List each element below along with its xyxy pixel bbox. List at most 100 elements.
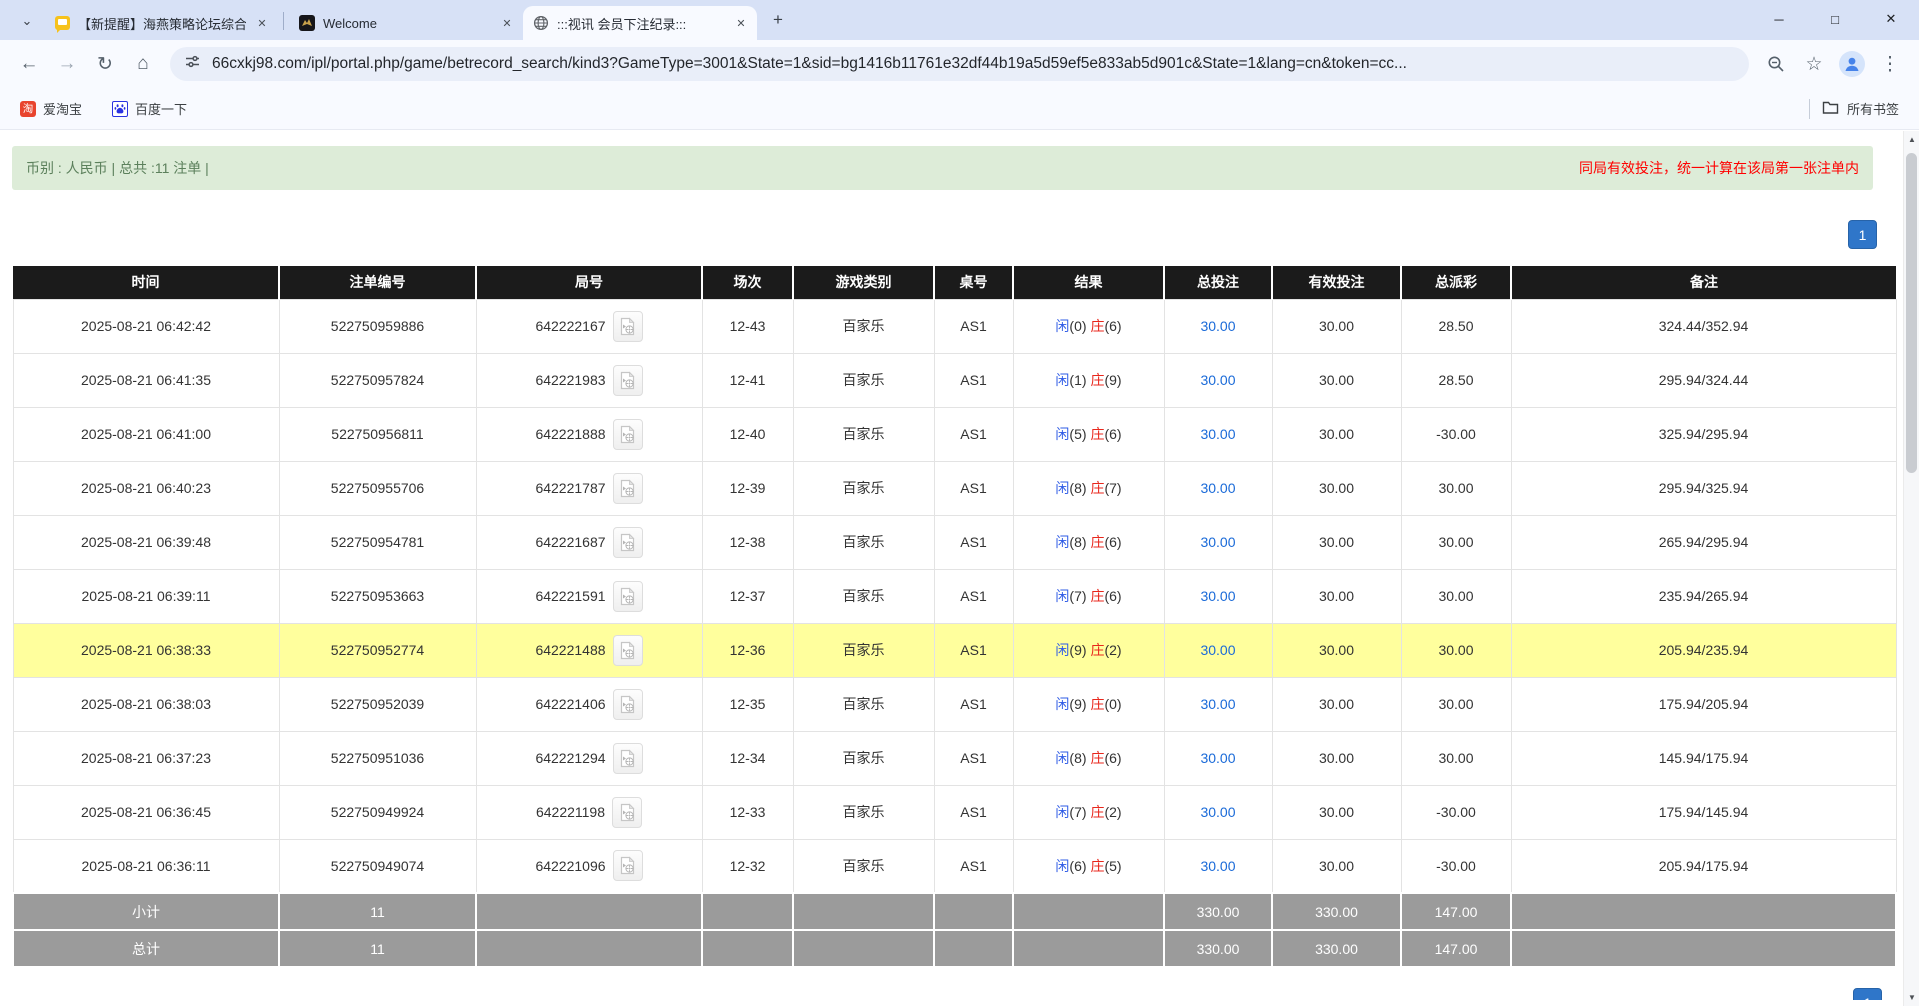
- video-record-button[interactable]: [613, 689, 643, 720]
- bookmark-label: 爱淘宝: [43, 99, 82, 118]
- total-bet-link[interactable]: 30.00: [1200, 534, 1235, 550]
- cell-session: 12-39: [702, 461, 793, 515]
- total-bet-link[interactable]: 30.00: [1200, 804, 1235, 820]
- cell-valid-bet: 30.00: [1272, 353, 1401, 407]
- video-record-button[interactable]: [613, 311, 643, 342]
- cell-game-no: 642221687: [476, 515, 702, 569]
- video-record-button[interactable]: [613, 473, 643, 504]
- result-banker-value: (6): [1104, 588, 1121, 604]
- scrollbar-thumb[interactable]: [1906, 153, 1917, 473]
- tab-forum[interactable]: 【新提醒】海燕策略论坛综合交 ✕: [44, 6, 278, 40]
- menu-icon[interactable]: ⋮: [1873, 47, 1907, 81]
- cell-bet-id: 522750959886: [279, 299, 476, 353]
- tab-bet-records[interactable]: :::视讯 会员下注纪录::: ✕: [523, 6, 757, 40]
- site-settings-icon[interactable]: [184, 53, 201, 75]
- page-scrollbar[interactable]: ▲ ▼: [1903, 131, 1919, 1006]
- forward-icon[interactable]: →: [50, 47, 84, 81]
- total-bet-link[interactable]: 30.00: [1200, 480, 1235, 496]
- total-bet-link[interactable]: 30.00: [1200, 318, 1235, 334]
- cell-table-no: AS1: [934, 407, 1013, 461]
- cell-remark: 235.94/265.94: [1511, 569, 1896, 623]
- close-icon[interactable]: ✕: [499, 15, 515, 31]
- header-game-no: 局号: [476, 266, 702, 299]
- minimize-icon[interactable]: ─: [1751, 0, 1807, 38]
- header-total-bet: 总投注: [1164, 266, 1272, 299]
- result-player-label: 闲: [1055, 804, 1069, 820]
- chat-bubble-yellow-icon: [54, 15, 70, 31]
- game-no-text: 642221488: [535, 642, 605, 658]
- star-icon[interactable]: ☆: [1797, 47, 1831, 81]
- cell-time: 2025-08-21 06:36:11: [13, 839, 279, 893]
- result-player-value: (0): [1069, 318, 1086, 334]
- video-record-button[interactable]: [613, 365, 643, 396]
- cell-valid-bet: 30.00: [1272, 731, 1401, 785]
- video-record-button[interactable]: [613, 419, 643, 450]
- cell-bet-id: 522750951036: [279, 731, 476, 785]
- cell-result: 闲(6) 庄(5): [1013, 839, 1164, 893]
- subtotal-label: 小计: [13, 893, 279, 930]
- result-banker-label: 庄: [1090, 534, 1104, 550]
- video-record-button[interactable]: [613, 581, 643, 612]
- cell-bet-id: 522750954781: [279, 515, 476, 569]
- all-bookmarks-button[interactable]: 所有书签: [1822, 99, 1907, 118]
- total-bet-link[interactable]: 30.00: [1200, 750, 1235, 766]
- total-bet-link[interactable]: 30.00: [1200, 858, 1235, 874]
- cell-bet-id: 522750957824: [279, 353, 476, 407]
- total-bet-link[interactable]: 30.00: [1200, 642, 1235, 658]
- reload-icon[interactable]: ↻: [88, 47, 122, 81]
- video-record-button[interactable]: [613, 527, 643, 558]
- currency-summary-text: 币别 : 人民币 | 总共 :11 注单 |: [26, 158, 209, 178]
- new-tab-button[interactable]: +: [765, 7, 791, 33]
- zoom-icon[interactable]: [1759, 47, 1793, 81]
- video-record-button[interactable]: [613, 635, 643, 666]
- home-icon[interactable]: ⌂: [126, 47, 160, 81]
- tab-title: 【新提醒】海燕策略论坛综合交: [78, 14, 246, 33]
- cell-game-type: 百家乐: [793, 623, 934, 677]
- cell-time: 2025-08-21 06:42:42: [13, 299, 279, 353]
- table-row: 2025-08-21 06:41:35 522750957824 6422219…: [13, 353, 1896, 407]
- cell-result: 闲(0) 庄(6): [1013, 299, 1164, 353]
- total-label: 总计: [13, 930, 279, 967]
- video-record-button[interactable]: [613, 743, 643, 774]
- header-remark: 备注: [1511, 266, 1896, 299]
- tab-welcome[interactable]: Welcome ✕: [289, 6, 523, 40]
- back-icon[interactable]: ←: [12, 47, 46, 81]
- address-bar[interactable]: 66cxkj98.com/ipl/portal.php/game/betreco…: [170, 47, 1749, 81]
- total-bet-link[interactable]: 30.00: [1200, 588, 1235, 604]
- cell-session: 12-36: [702, 623, 793, 677]
- cell-game-no: 642221888: [476, 407, 702, 461]
- result-banker-value: (2): [1104, 642, 1121, 658]
- subtotal-total-bet: 330.00: [1164, 893, 1272, 930]
- result-banker-label: 庄: [1090, 750, 1104, 766]
- bookmark-baidu[interactable]: 百度一下: [104, 95, 195, 122]
- header-bet-id: 注单编号: [279, 266, 476, 299]
- total-bet-link[interactable]: 30.00: [1200, 696, 1235, 712]
- cell-session: 12-41: [702, 353, 793, 407]
- cell-total-bet: 30.00: [1164, 299, 1272, 353]
- pagination-page-1-top[interactable]: 1: [1848, 220, 1877, 249]
- maximize-icon[interactable]: □: [1807, 0, 1863, 38]
- tab-search-chevron-icon[interactable]: ⌄: [12, 6, 42, 36]
- total-bet-link[interactable]: 30.00: [1200, 426, 1235, 442]
- result-banker-label: 庄: [1090, 426, 1104, 442]
- video-record-button[interactable]: [613, 850, 643, 881]
- result-player-label: 闲: [1055, 858, 1069, 874]
- total-bet-link[interactable]: 30.00: [1200, 372, 1235, 388]
- close-window-icon[interactable]: ✕: [1863, 0, 1919, 38]
- cell-valid-bet: 30.00: [1272, 461, 1401, 515]
- close-icon[interactable]: ✕: [733, 15, 749, 31]
- scroll-down-icon[interactable]: ▼: [1904, 989, 1919, 1006]
- result-banker-value: (7): [1104, 480, 1121, 496]
- bookmark-aitaobao[interactable]: 淘 爱淘宝: [12, 95, 90, 122]
- cell-payout: 30.00: [1401, 677, 1511, 731]
- cell-time: 2025-08-21 06:40:23: [13, 461, 279, 515]
- scroll-up-icon[interactable]: ▲: [1904, 131, 1919, 148]
- result-player-value: (5): [1069, 426, 1086, 442]
- video-record-button[interactable]: [612, 797, 642, 828]
- browser-tab-bar: ⌄ 【新提醒】海燕策略论坛综合交 ✕ Welcome ✕ :::视讯 会员下注纪…: [0, 0, 1919, 40]
- pagination-page-1-bottom[interactable]: 1: [1853, 988, 1882, 1000]
- close-icon[interactable]: ✕: [254, 15, 270, 31]
- profile-icon[interactable]: [1835, 47, 1869, 81]
- cell-bet-id: 522750956811: [279, 407, 476, 461]
- bookmark-label: 百度一下: [135, 99, 187, 118]
